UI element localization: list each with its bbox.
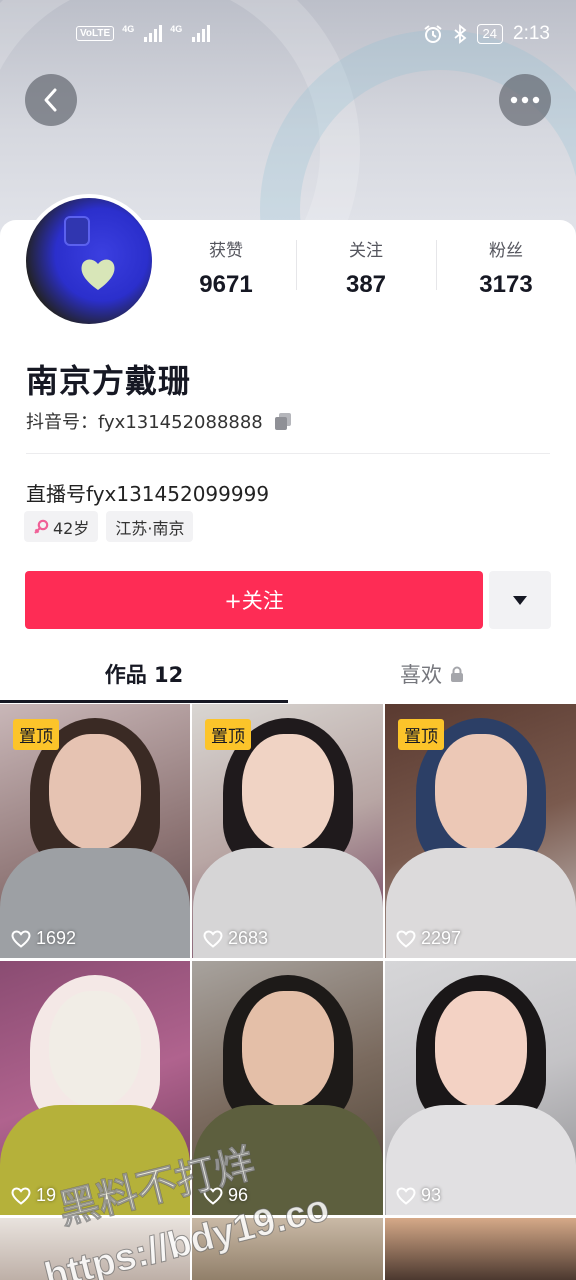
video-likes: 1692	[11, 928, 76, 949]
heart-icon	[81, 259, 115, 290]
network-label: 4G	[122, 24, 135, 34]
video-thumbnail[interactable]: 置顶 2297	[385, 704, 576, 958]
profile-name: 南京方戴珊	[26, 362, 192, 400]
tab-works-label: 作品 12	[104, 663, 184, 687]
stat-value: 3173	[479, 271, 533, 298]
video-likes: 2683	[203, 928, 268, 949]
signal-icon	[144, 24, 163, 42]
follow-button[interactable]: +关注	[25, 571, 483, 629]
avatar-image	[26, 198, 152, 324]
video-likes-count: 93	[421, 1185, 442, 1205]
stat-following[interactable]: 关注 387	[296, 236, 436, 299]
tab-likes-label: 喜欢	[400, 663, 442, 687]
tab-likes[interactable]: 喜欢	[288, 645, 576, 703]
stat-label: 粉丝	[489, 241, 523, 261]
lock-icon	[451, 666, 463, 682]
age-text: 42岁	[53, 518, 90, 538]
phone-camera-shape	[64, 216, 90, 246]
profile-tags: 42岁 江苏·南京	[24, 511, 194, 542]
alarm-icon	[423, 25, 442, 43]
thumbnail-art	[241, 734, 334, 850]
battery-icon: 24	[476, 24, 504, 44]
pinned-badge: 置顶	[205, 719, 251, 750]
age-tag: 42岁	[24, 511, 99, 542]
clock: 2:13	[513, 23, 550, 44]
thumbnail-art	[434, 734, 527, 850]
video-thumbnail[interactable]: 置顶 1692	[0, 704, 190, 958]
content-tabs: 作品 12 喜欢	[0, 645, 576, 703]
chevron-left-icon	[44, 88, 57, 112]
network-label: 4G	[170, 24, 183, 34]
status-bar: VoLTE 4G 4G 24 2:13	[0, 0, 576, 70]
stat-value: 387	[345, 271, 387, 298]
video-likes-count: 96	[228, 1185, 249, 1205]
stat-label: 获赞	[209, 241, 243, 261]
heart-outline-icon	[11, 929, 31, 948]
pinned-badge: 置顶	[398, 719, 444, 750]
video-thumbnail[interactable]: 19	[0, 961, 190, 1215]
video-likes-count: 2297	[421, 928, 462, 948]
female-icon	[34, 519, 49, 534]
recommend-dropdown-button[interactable]	[489, 571, 551, 629]
divider	[26, 453, 550, 454]
signal-icon	[192, 24, 211, 42]
location-tag: 江苏·南京	[106, 511, 194, 542]
stat-followers[interactable]: 粉丝 3173	[436, 236, 576, 299]
video-thumbnail[interactable]: 93	[385, 961, 576, 1215]
caret-down-icon	[513, 595, 527, 605]
volte-badge: VoLTE	[76, 25, 115, 41]
heart-outline-icon	[203, 1186, 223, 1205]
ellipsis-icon	[510, 96, 540, 104]
live-id: 直播号fyx131452099999	[26, 482, 270, 506]
video-likes: 93	[396, 1185, 441, 1206]
video-thumbnail[interactable]: 置顶 2683	[192, 704, 383, 958]
thumbnail-art	[49, 734, 141, 850]
stat-value: 9671	[199, 271, 253, 298]
video-thumbnail[interactable]	[385, 1218, 576, 1280]
heart-outline-icon	[11, 1186, 31, 1205]
tab-works[interactable]: 作品 12	[0, 645, 288, 703]
heart-outline-icon	[396, 1186, 416, 1205]
video-likes: 96	[203, 1185, 248, 1206]
video-thumbnail[interactable]	[0, 1218, 190, 1280]
video-grid: 置顶 1692 置顶 2683 置顶 2297 19 96 93	[0, 704, 576, 1280]
account-id-row: 抖音号：fyx131452088888	[26, 408, 293, 434]
video-likes-count: 2683	[228, 928, 269, 948]
video-thumbnail[interactable]	[192, 1218, 383, 1280]
back-button[interactable]	[25, 74, 77, 126]
pinned-badge: 置顶	[13, 719, 59, 750]
avatar[interactable]	[22, 194, 156, 328]
heart-outline-icon	[203, 929, 223, 948]
video-likes-count: 1692	[36, 928, 77, 948]
heart-outline-icon	[396, 929, 416, 948]
stat-label: 关注	[349, 241, 383, 261]
account-value: fyx131452088888	[98, 412, 263, 433]
thumbnail-art	[49, 991, 141, 1107]
video-likes-count: 19	[36, 1185, 57, 1205]
video-thumbnail[interactable]: 96	[192, 961, 383, 1215]
more-button[interactable]	[499, 74, 551, 126]
account-label: 抖音号：	[26, 412, 98, 433]
bluetooth-icon	[453, 24, 466, 44]
stat-likes[interactable]: 获赞 9671	[156, 236, 296, 299]
profile-stats: 获赞 9671 关注 387 粉丝 3173	[156, 236, 576, 299]
thumbnail-art	[434, 991, 527, 1107]
video-likes: 2297	[396, 928, 461, 949]
video-likes: 19	[11, 1185, 56, 1206]
account-id: 抖音号：fyx131452088888	[26, 408, 263, 434]
copy-icon[interactable]	[273, 411, 293, 431]
thumbnail-art	[241, 991, 334, 1107]
